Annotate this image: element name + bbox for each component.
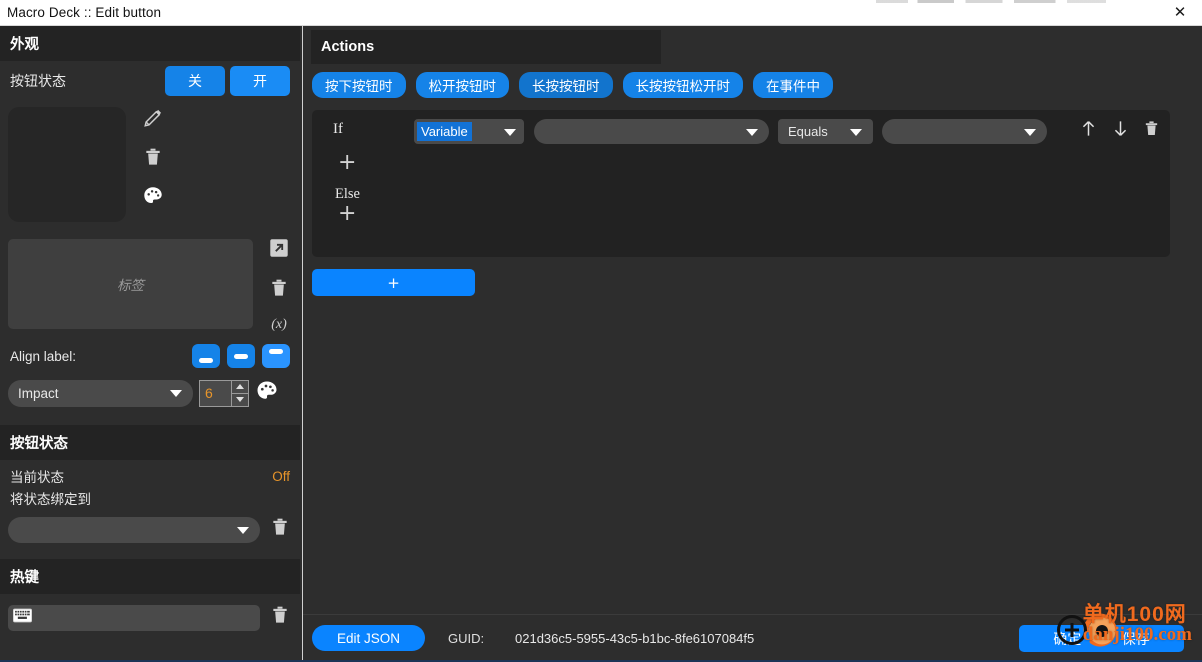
font-family-value: Impact — [18, 385, 59, 401]
bind-state-label: 将状态绑定到 — [10, 492, 91, 507]
condition-type-select[interactable]: Variable — [414, 119, 524, 144]
current-state-label: 当前状态 — [10, 470, 64, 485]
label-placeholder: 标签 — [117, 278, 144, 293]
arrow-up-icon[interactable] — [1079, 119, 1098, 143]
condition-tools — [1079, 119, 1160, 143]
font-size-stepper[interactable]: 6 — [199, 379, 249, 407]
align-bottom-button[interactable] — [192, 344, 220, 368]
font-size-arrows — [231, 380, 248, 406]
hotkey-input[interactable] — [8, 604, 260, 631]
chevron-down-icon — [504, 128, 516, 136]
palette-icon[interactable] — [255, 379, 279, 408]
close-icon[interactable]: ✕ — [1158, 0, 1202, 26]
font-size-up-icon[interactable] — [232, 380, 248, 394]
align-label-text: Align label: — [10, 348, 77, 364]
add-else-action-icon[interactable]: + — [312, 203, 1170, 225]
font-row: Impact 6 — [0, 375, 300, 411]
tab-on-press[interactable]: 按下按钮时 — [312, 72, 406, 98]
preview-icon-column — [138, 107, 168, 212]
condition-action-block: If Variable Equals + Else + — [312, 110, 1170, 257]
appearance-header: 外观 — [0, 26, 300, 61]
bind-state-row — [0, 508, 300, 543]
chevron-down-icon — [237, 526, 249, 534]
align-button-group — [192, 344, 290, 368]
trash-icon[interactable] — [269, 277, 289, 304]
button-state-section-header: 按钮状态 — [0, 425, 300, 460]
variable-insert-icon[interactable]: (x) — [271, 317, 287, 333]
chevron-down-icon — [746, 128, 758, 136]
if-label: If — [333, 121, 343, 137]
add-if-action-icon[interactable]: + — [312, 152, 1170, 174]
font-size-down-icon[interactable] — [232, 393, 248, 406]
align-top-button[interactable] — [262, 344, 290, 368]
titlebar-artifact — [876, 0, 1106, 3]
trash-icon[interactable] — [1143, 119, 1160, 143]
condition-type-value: Variable — [417, 122, 472, 141]
condition-target-select[interactable] — [534, 119, 769, 144]
align-label-row: Align label: — [0, 337, 300, 375]
font-size-value: 6 — [205, 385, 213, 401]
condition-compare-select[interactable] — [882, 119, 1047, 144]
current-state-row: 当前状态 Off — [0, 460, 300, 486]
hotkey-row — [0, 594, 300, 631]
add-action-button[interactable]: + — [312, 269, 475, 296]
label-icon-column: (x) — [264, 237, 294, 333]
button-state-row: 按钮状态 关 开 — [0, 61, 300, 101]
trash-icon[interactable] — [270, 516, 290, 543]
button-state-toggle-group: 关 开 — [165, 66, 290, 96]
edit-button-window: Macro Deck :: Edit button ✕ 外观 按钮状态 关 开 — [0, 0, 1202, 662]
chevron-down-icon — [170, 390, 182, 397]
if-condition-row: If Variable Equals — [312, 110, 1170, 152]
window-body: 外观 按钮状态 关 开 标签 (x) Align label: Impact 6… — [0, 26, 1202, 660]
save-label: 保存 — [1121, 630, 1150, 647]
current-state-value: Off — [272, 468, 290, 484]
arrow-down-icon[interactable] — [1111, 119, 1130, 143]
align-middle-button[interactable] — [227, 344, 255, 368]
button-preview-area — [0, 107, 300, 227]
button-preview[interactable] — [8, 107, 126, 222]
font-family-select[interactable]: Impact — [8, 379, 193, 407]
condition-operator-select[interactable]: Equals — [778, 119, 873, 144]
trash-icon[interactable] — [270, 604, 290, 631]
label-input[interactable]: 标签 — [8, 239, 253, 329]
tab-on-event[interactable]: 在事件中 — [753, 72, 833, 98]
condition-operator-value: Equals — [788, 124, 828, 139]
button-state-label: 按钮状态 — [10, 73, 66, 89]
actions-header: Actions — [311, 30, 661, 64]
pencil-icon[interactable] — [142, 107, 164, 134]
chevron-down-icon — [1024, 128, 1036, 136]
label-editor-area: 标签 (x) — [0, 239, 300, 337]
trash-icon[interactable] — [143, 146, 163, 173]
tab-on-release[interactable]: 松开按钮时 — [415, 72, 509, 98]
guid-label: GUID: — [448, 631, 485, 646]
chevron-down-icon — [850, 128, 862, 136]
tab-on-long-press-release[interactable]: 长按按钮松开时 — [622, 72, 743, 98]
confirm-save-button[interactable]: 确定 保存 — [1019, 625, 1184, 652]
edit-json-button[interactable]: Edit JSON — [312, 625, 425, 651]
window-title: Macro Deck :: Edit button — [7, 5, 162, 20]
confirm-label: 确定 — [1053, 630, 1082, 647]
bind-state-select[interactable] — [8, 516, 260, 543]
expand-arrow-icon[interactable] — [268, 237, 290, 264]
hotkey-section-header: 热键 — [0, 559, 300, 594]
action-trigger-tabs: 按下按钮时 松开按钮时 长按按钮时 长按按钮松开时 在事件中 — [312, 72, 833, 98]
state-off-button[interactable]: 关 — [165, 66, 225, 96]
title-bar: Macro Deck :: Edit button ✕ — [0, 0, 1202, 26]
tab-on-long-press[interactable]: 长按按钮时 — [519, 72, 613, 98]
appearance-panel: 外观 按钮状态 关 开 标签 (x) Align label: Impact 6… — [0, 26, 300, 660]
state-on-button[interactable]: 开 — [230, 66, 290, 96]
actions-panel: Actions 按下按钮时 松开按钮时 长按按钮时 长按按钮松开时 在事件中 I… — [303, 26, 1202, 660]
palette-icon[interactable] — [142, 185, 164, 212]
actions-bottom-bar: Edit JSON GUID: 021d36c5-5955-43c5-b1bc-… — [303, 614, 1202, 660]
else-label: Else — [335, 186, 360, 202]
guid-value: 021d36c5-5955-43c5-b1bc-8fe6107084f5 — [515, 631, 755, 646]
keyboard-icon — [13, 608, 32, 628]
